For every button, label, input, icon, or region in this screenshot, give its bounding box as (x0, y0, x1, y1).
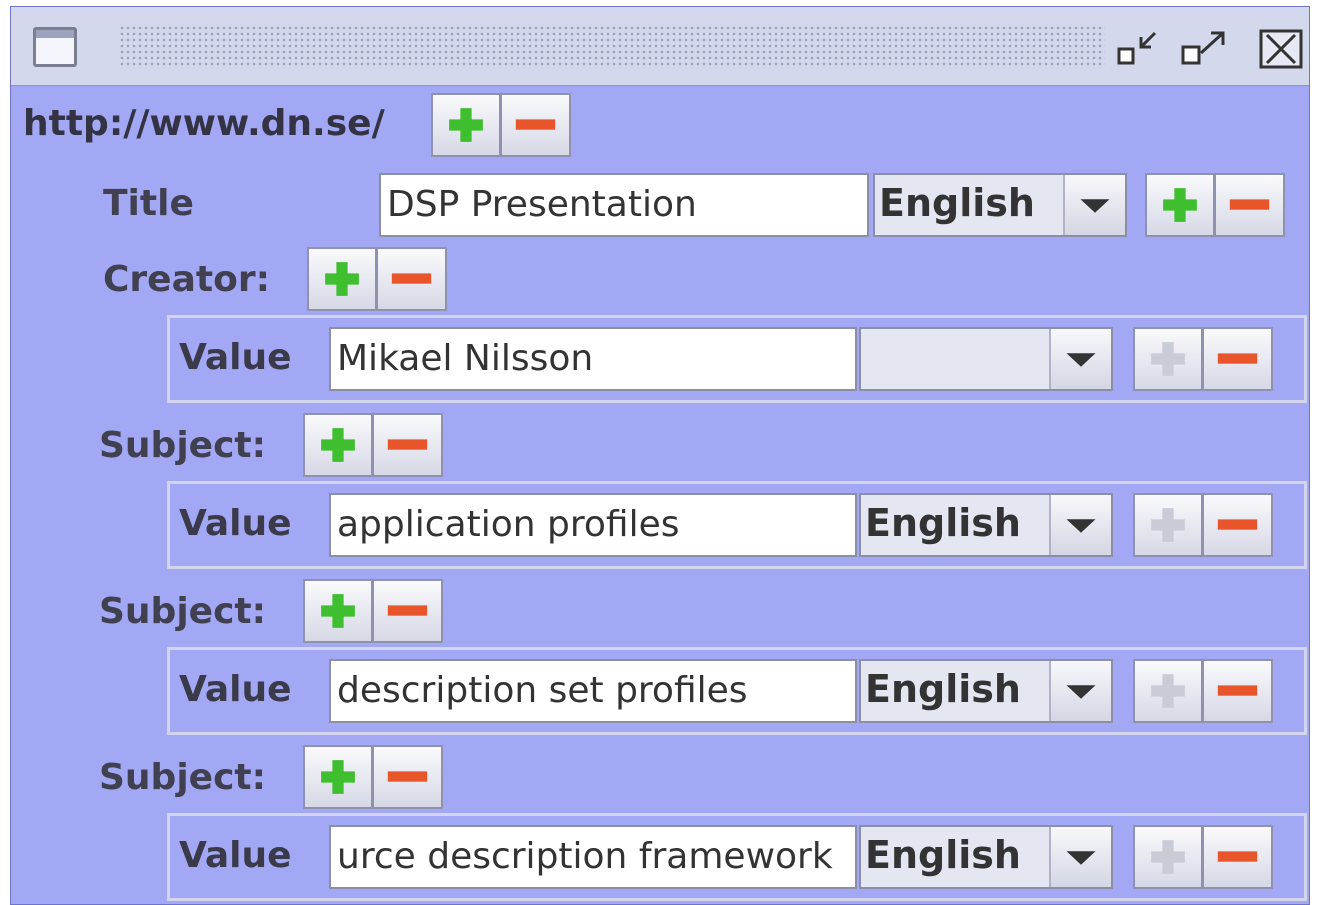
remove-button[interactable] (373, 579, 443, 643)
resource-add-remove (431, 93, 571, 157)
remove-button[interactable] (1203, 493, 1273, 557)
add-button[interactable] (307, 247, 377, 311)
minimize-icon[interactable] (1115, 27, 1167, 71)
remove-button[interactable] (1215, 173, 1285, 237)
plus-icon (1151, 342, 1185, 376)
creator-value-add-remove (1133, 327, 1273, 391)
selected-language: English (865, 667, 1021, 711)
maximize-icon[interactable] (1179, 27, 1231, 71)
minus-icon (387, 771, 428, 782)
subject-label: Subject: (99, 591, 267, 632)
plus-icon (1163, 188, 1197, 222)
remove-button[interactable] (373, 745, 443, 809)
add-button-disabled (1133, 327, 1203, 391)
plus-icon (449, 108, 483, 142)
subject-value-add-remove (1133, 659, 1273, 723)
selected-language: English (865, 501, 1021, 545)
plus-icon (321, 428, 355, 462)
add-button[interactable] (303, 413, 373, 477)
chevron-down-icon[interactable] (1049, 329, 1111, 389)
subject-add-remove (303, 745, 443, 809)
add-button[interactable] (1145, 173, 1215, 237)
subject-add-remove (303, 579, 443, 643)
minus-icon (1217, 519, 1258, 530)
remove-button[interactable] (1203, 825, 1273, 889)
plus-icon (321, 594, 355, 628)
subject-value-add-remove (1133, 493, 1273, 557)
plus-icon (321, 760, 355, 794)
minus-icon (387, 605, 428, 616)
chevron-down-icon[interactable] (1049, 661, 1111, 721)
minus-icon (1217, 851, 1258, 862)
plus-icon (1151, 674, 1185, 708)
subject-value-add-remove (1133, 825, 1273, 889)
remove-button[interactable] (377, 247, 447, 311)
value-label: Value (179, 337, 292, 378)
subject-label: Subject: (99, 757, 267, 798)
title-bar[interactable] (11, 7, 1309, 86)
remove-button[interactable] (373, 413, 443, 477)
title-input[interactable]: DSP Presentation (379, 173, 869, 237)
value-label: Value (179, 503, 292, 544)
selected-language: English (865, 833, 1021, 877)
title-language-select[interactable]: English (873, 173, 1127, 237)
remove-button[interactable] (1203, 327, 1273, 391)
selected-language: English (879, 181, 1035, 225)
minus-icon (1217, 685, 1258, 696)
plus-icon (325, 262, 359, 296)
subject-add-remove (303, 413, 443, 477)
add-button-disabled (1133, 825, 1203, 889)
editor-window: http://www.dn.se/ Title DSP Presentation… (10, 6, 1310, 905)
title-label: Title (103, 183, 194, 224)
subject-label: Subject: (99, 425, 267, 466)
resource-url: http://www.dn.se/ (23, 103, 385, 144)
window-icon (33, 27, 77, 67)
creator-label: Creator: (103, 259, 270, 300)
close-icon[interactable] (1257, 27, 1309, 71)
minus-icon (515, 119, 556, 130)
chevron-down-icon[interactable] (1063, 175, 1125, 235)
subject-language-select[interactable]: English (859, 825, 1113, 889)
remove-button[interactable] (501, 93, 571, 157)
title-add-remove (1145, 173, 1285, 237)
subject-language-select[interactable]: English (859, 493, 1113, 557)
add-button[interactable] (303, 745, 373, 809)
add-button-disabled (1133, 659, 1203, 723)
minus-icon (387, 439, 428, 450)
creator-value-input[interactable]: Mikael Nilsson (329, 327, 857, 391)
subject-language-select[interactable]: English (859, 659, 1113, 723)
minus-icon (391, 273, 432, 284)
creator-add-remove (307, 247, 447, 311)
add-button-disabled (1133, 493, 1203, 557)
minus-icon (1229, 199, 1270, 210)
plus-icon (1151, 508, 1185, 542)
subject-value-input[interactable]: urce description framework (329, 825, 857, 889)
plus-icon (1151, 840, 1185, 874)
remove-button[interactable] (1203, 659, 1273, 723)
chevron-down-icon[interactable] (1049, 827, 1111, 887)
add-button[interactable] (303, 579, 373, 643)
subject-value-input[interactable]: description set profiles (329, 659, 857, 723)
add-button[interactable] (431, 93, 501, 157)
chevron-down-icon[interactable] (1049, 495, 1111, 555)
drag-grip[interactable] (119, 25, 1105, 69)
subject-value-input[interactable]: application profiles (329, 493, 857, 557)
minus-icon (1217, 353, 1258, 364)
value-label: Value (179, 835, 292, 876)
creator-language-select[interactable] (859, 327, 1113, 391)
value-label: Value (179, 669, 292, 710)
